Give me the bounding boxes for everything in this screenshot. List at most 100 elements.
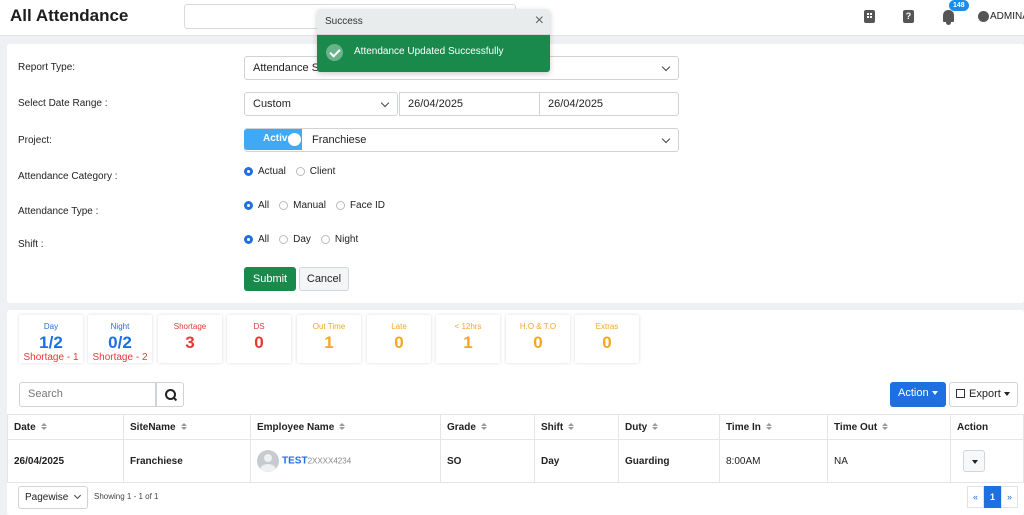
- project-label: Project:: [18, 135, 52, 146]
- stat-card-day[interactable]: Day 1/2 Shortage - 1: [19, 315, 83, 363]
- stat-value: 3: [185, 333, 195, 352]
- showing-count: Showing 1 - 1 of 1: [94, 492, 159, 501]
- radio-type-face-id[interactable]: Face ID: [335, 200, 385, 211]
- attendance-type-label: Attendance Type :: [18, 206, 99, 217]
- stat-label: Out Time: [312, 322, 346, 331]
- page-size-select[interactable]: Pagewise: [18, 486, 88, 509]
- date-to-input[interactable]: 26/04/2025: [539, 92, 679, 116]
- sort-icon: [339, 423, 344, 430]
- radio-type-all[interactable]: All: [244, 200, 269, 211]
- chevron-down-icon: [380, 98, 390, 108]
- sort-icon: [882, 423, 887, 430]
- date-range-select[interactable]: Custom: [244, 92, 398, 116]
- user-name[interactable]: ADMINA: [990, 11, 1024, 22]
- stat-label: DS: [253, 322, 265, 331]
- col-grade[interactable]: Grade: [440, 414, 535, 440]
- report-type-value: Attendance S: [253, 62, 320, 74]
- page-title: All Attendance: [10, 6, 129, 25]
- date-range-value: Custom: [253, 98, 291, 110]
- radio-shift-day[interactable]: Day: [279, 234, 311, 245]
- cell-shift: Day: [534, 439, 619, 483]
- radio-shift-all[interactable]: All: [244, 234, 269, 245]
- external-link-icon: [956, 389, 965, 398]
- stat-label: Extras: [595, 322, 619, 331]
- radio-category-actual[interactable]: Actual: [244, 166, 286, 177]
- shift-radios: All Day Night: [244, 234, 368, 245]
- stat-card-out-time[interactable]: Out Time 1: [297, 315, 361, 363]
- attendance-category-label: Attendance Category :: [18, 171, 118, 182]
- table-search-input[interactable]: Search: [19, 382, 156, 407]
- col-duty[interactable]: Duty: [618, 414, 720, 440]
- toast-header: Success ×: [317, 9, 550, 35]
- pagination-next[interactable]: »: [1001, 486, 1018, 508]
- avatar: [257, 450, 279, 472]
- stat-value: 1: [324, 333, 334, 352]
- sort-icon: [568, 423, 573, 430]
- radio-category-client[interactable]: Client: [295, 166, 335, 177]
- sort-icon: [41, 423, 46, 430]
- project-active-toggle[interactable]: Active: [244, 129, 302, 150]
- stat-card-shortage[interactable]: Shortage 3: [158, 315, 222, 363]
- radio-shift-night[interactable]: Night: [320, 234, 358, 245]
- stat-card-extras[interactable]: Extras 0: [575, 315, 639, 363]
- col-employee-name[interactable]: Employee Name: [250, 414, 441, 440]
- stat-value: 0: [533, 333, 543, 352]
- stat-card-under-12hrs[interactable]: < 12hrs 1: [436, 315, 500, 363]
- cell-date: 26/04/2025: [7, 439, 124, 483]
- success-toast: Success × Attendance Updated Successfull…: [317, 9, 550, 72]
- check-circle-icon: [326, 44, 343, 61]
- cancel-button[interactable]: Cancel: [299, 267, 349, 291]
- radio-type-manual[interactable]: Manual: [279, 200, 326, 211]
- export-dropdown-button[interactable]: Export: [949, 382, 1018, 407]
- user-icon[interactable]: [978, 11, 989, 22]
- col-shift[interactable]: Shift: [534, 414, 619, 440]
- pagination-prev[interactable]: «: [967, 486, 984, 508]
- col-time-in[interactable]: Time In: [719, 414, 828, 440]
- col-time-out[interactable]: Time Out: [827, 414, 951, 440]
- stat-label: Day: [43, 322, 59, 331]
- col-sitename[interactable]: SiteName: [123, 414, 251, 440]
- project-select[interactable]: Franchiese: [244, 128, 679, 152]
- cell-duty: Guarding: [618, 439, 720, 483]
- cell-employee: TEST2XXXX4234: [250, 439, 441, 483]
- toast-message: Attendance Updated Successfully: [354, 46, 504, 57]
- caret-down-icon: [931, 391, 938, 396]
- stat-value: 0: [602, 333, 612, 352]
- stat-label: Night: [110, 322, 130, 331]
- stat-label: Shortage: [173, 322, 207, 331]
- toggle-knob: [288, 133, 301, 146]
- sort-icon: [181, 423, 186, 430]
- search-icon[interactable]: [156, 382, 184, 407]
- building-icon[interactable]: [864, 10, 875, 23]
- shift-label: Shift :: [18, 239, 44, 250]
- attendance-type-radios: All Manual Face ID: [244, 200, 395, 211]
- submit-button[interactable]: Submit: [244, 267, 296, 291]
- pagination-page-1[interactable]: 1: [984, 486, 1001, 508]
- caret-down-icon: [1003, 392, 1010, 397]
- stat-value: 1/2: [39, 333, 63, 352]
- action-dropdown-button[interactable]: Action: [890, 382, 946, 407]
- row-action-dropdown[interactable]: [963, 450, 985, 472]
- stat-sub: Shortage - 2: [92, 352, 148, 363]
- help-icon[interactable]: ?: [903, 10, 914, 23]
- employee-name-link[interactable]: TEST: [282, 456, 308, 467]
- chevron-down-icon: [73, 491, 82, 500]
- col-date[interactable]: Date: [7, 414, 124, 440]
- date-from-input[interactable]: 26/04/2025: [399, 92, 540, 116]
- table-row[interactable]: 26/04/2025 Franchiese TEST2XXXX4234 SO D…: [7, 439, 1024, 483]
- notification-badge: 148: [949, 0, 969, 11]
- stat-label: H.O & T.O: [519, 322, 557, 331]
- col-action: Action: [950, 414, 1024, 440]
- date-range-label: Select Date Range :: [18, 98, 108, 109]
- close-icon[interactable]: ×: [535, 12, 544, 30]
- stat-card-late[interactable]: Late 0: [367, 315, 431, 363]
- stat-card-night[interactable]: Night 0/2 Shortage - 2: [88, 315, 152, 363]
- stat-card-ho-to[interactable]: H.O & T.O 0: [506, 315, 570, 363]
- cell-time-out: NA: [827, 439, 951, 483]
- stat-label: Late: [391, 322, 407, 331]
- employee-code: 2XXXX4234: [307, 456, 352, 466]
- stat-value: 1: [463, 333, 473, 352]
- bell-icon[interactable]: [943, 10, 954, 25]
- cell-grade: SO: [440, 439, 535, 483]
- stat-card-ds[interactable]: DS 0: [227, 315, 291, 363]
